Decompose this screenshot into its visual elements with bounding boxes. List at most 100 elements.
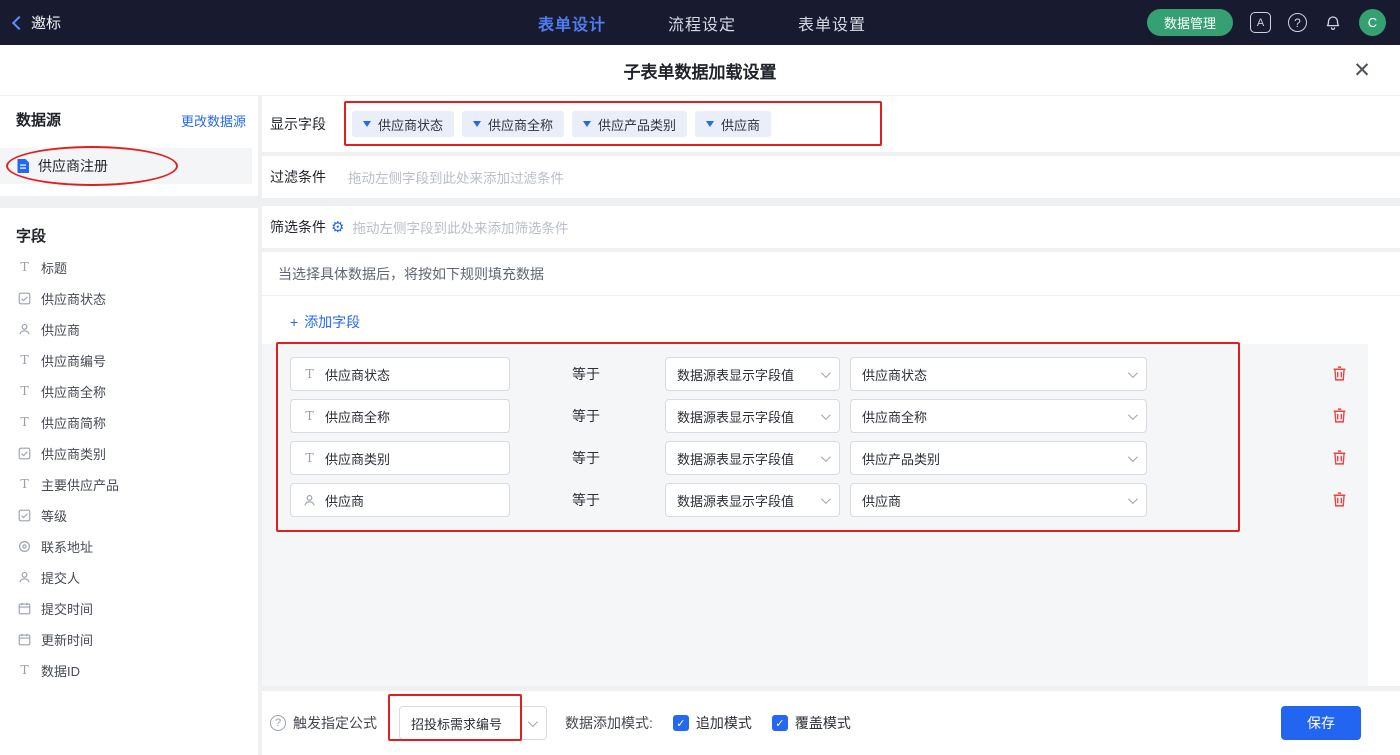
- rule-source-dropdown[interactable]: 数据源表显示字段值: [665, 441, 840, 475]
- tab-form-design[interactable]: 表单设计: [538, 11, 606, 35]
- tab-flow-settings[interactable]: 流程设定: [668, 11, 736, 35]
- app-root: 邀标 表单设计 流程设定 表单设置 数据管理 A ? C 子表单数据加载设置 ✕…: [0, 0, 1400, 755]
- rule-field-label: 供应商类别: [325, 451, 391, 467]
- sift-placeholder: 拖动左侧字段到此处来添加筛选条件: [352, 221, 569, 236]
- field-item-submitter[interactable]: 提交人: [0, 562, 258, 593]
- change-datasource-link[interactable]: 更改数据源: [181, 111, 246, 130]
- trigger-formula-dropdown[interactable]: 招投标需求编号: [399, 706, 547, 740]
- person-icon: [17, 571, 32, 584]
- field-item-submit-time[interactable]: 提交时间: [0, 593, 258, 624]
- filter-dropzone[interactable]: 过滤条件 拖动左侧字段到此处来添加过滤条件: [262, 156, 1400, 198]
- avatar[interactable]: C: [1359, 9, 1386, 36]
- rule-field-box[interactable]: T 供应商状态: [290, 357, 510, 391]
- rule-value-dropdown[interactable]: 供应商: [850, 483, 1147, 517]
- overwrite-mode-checkbox[interactable]: 覆盖模式: [771, 713, 851, 733]
- rule-source-dropdown[interactable]: 数据源表显示字段值: [665, 357, 840, 391]
- delete-icon[interactable]: [1331, 449, 1349, 467]
- gear-icon[interactable]: ⚙: [331, 220, 344, 235]
- field-item-update-time[interactable]: 更新时间: [0, 624, 258, 655]
- rule-row: 供应商 等于 数据源表显示字段值 供应商: [262, 483, 1368, 517]
- display-fields-label: 显示字段: [270, 116, 326, 132]
- text-icon: T: [20, 476, 29, 492]
- plus-icon: +: [290, 314, 299, 330]
- rules-list: T 供应商状态 等于 数据源表显示字段值 供应商状态 T 供应商全称 等于 数据…: [262, 344, 1368, 686]
- delete-icon[interactable]: [1331, 407, 1349, 425]
- data-manage-button[interactable]: 数据管理: [1146, 9, 1233, 36]
- field-item-contact-address[interactable]: 联系地址: [0, 531, 258, 562]
- display-field-tag[interactable]: 供应商状态: [352, 111, 455, 137]
- delete-icon[interactable]: [1331, 365, 1349, 383]
- text-icon: T: [20, 383, 29, 399]
- equals-label: 等于: [572, 492, 600, 508]
- checkbox-label: 覆盖模式: [794, 715, 851, 731]
- datasource-name: 供应商注册: [38, 158, 108, 174]
- field-item-grade[interactable]: 等级: [0, 500, 258, 531]
- rule-field-box[interactable]: T 供应商类别: [290, 441, 510, 475]
- delete-icon[interactable]: [1331, 491, 1349, 509]
- chevron-down-icon: [527, 716, 538, 727]
- dropdown-value: 供应商全称: [862, 409, 928, 425]
- field-item-supplier-shortname[interactable]: T 供应商简称: [0, 407, 258, 438]
- field-item-supplier-status[interactable]: 供应商状态: [0, 283, 258, 314]
- field-item-data-id[interactable]: T 数据ID: [0, 655, 258, 686]
- select-icon: [17, 509, 32, 522]
- triangle-down-icon: [583, 121, 592, 127]
- sift-dropzone[interactable]: 筛选条件 ⚙ 拖动左侧字段到此处来添加筛选条件: [262, 206, 1400, 248]
- field-label: 等级: [41, 509, 68, 524]
- add-field-button[interactable]: + 添加字段: [290, 312, 360, 332]
- date-icon: [17, 633, 32, 646]
- back-button[interactable]: 邀标: [11, 0, 61, 45]
- display-field-tag[interactable]: 供应商: [695, 111, 772, 137]
- equals-label: 等于: [572, 366, 600, 382]
- field-item-main-products[interactable]: T 主要供应产品: [0, 469, 258, 500]
- filter-label: 过滤条件: [270, 169, 326, 185]
- append-mode-checkbox[interactable]: 追加模式: [672, 713, 752, 733]
- triangle-down-icon: [363, 121, 371, 127]
- field-item-supplier-category[interactable]: 供应商类别: [0, 438, 258, 469]
- rule-field-box[interactable]: T 供应商全称: [290, 399, 510, 433]
- rule-source-dropdown[interactable]: 数据源表显示字段值: [665, 399, 840, 433]
- display-field-tag[interactable]: 供应商全称: [462, 111, 565, 137]
- rule-field-label: 供应商状态: [325, 367, 391, 383]
- rule-field-label: 供应商: [325, 493, 365, 509]
- fields-header: 字段: [16, 228, 47, 245]
- display-field-tag[interactable]: 供应产品类别: [572, 111, 688, 137]
- field-item-title[interactable]: T 标题: [0, 252, 258, 283]
- select-icon: [17, 292, 32, 305]
- datasource-item[interactable]: 供应商注册: [0, 148, 252, 184]
- field-label: 提交时间: [41, 602, 94, 617]
- chevron-down-icon: [820, 493, 831, 504]
- footer-bar: ? 触发指定公式 招投标需求编号 数据添加模式: 追加模式 覆盖模式 保存: [262, 690, 1400, 755]
- field-item-supplier-no[interactable]: T 供应商编号: [0, 345, 258, 376]
- checkbox-label: 追加模式: [695, 715, 752, 731]
- display-fields-row: 显示字段 供应商状态 供应商全称 供应产品类别 供应商: [262, 96, 1400, 152]
- dropdown-value: 供应商状态: [862, 367, 928, 383]
- rule-value-dropdown[interactable]: 供应商状态: [850, 357, 1147, 391]
- rule-row: T 供应商状态 等于 数据源表显示字段值 供应商状态: [262, 357, 1368, 391]
- field-item-supplier[interactable]: 供应商: [0, 314, 258, 345]
- tag-label: 供应商全称: [488, 117, 554, 133]
- save-button[interactable]: 保存: [1281, 706, 1361, 740]
- dropdown-value: 供应商: [862, 493, 902, 509]
- chevron-down-icon: [820, 451, 831, 462]
- document-icon: [16, 158, 30, 174]
- question-icon[interactable]: ?: [270, 715, 286, 731]
- rule-value-dropdown[interactable]: 供应商全称: [850, 399, 1147, 433]
- tag-label: 供应商: [721, 117, 761, 133]
- chevron-down-icon: [1127, 367, 1138, 378]
- rule-value-dropdown[interactable]: 供应产品类别: [850, 441, 1147, 475]
- tab-form-settings[interactable]: 表单设置: [798, 11, 866, 35]
- help-icon[interactable]: ?: [1288, 13, 1307, 32]
- translate-icon[interactable]: A: [1250, 12, 1271, 33]
- rule-field-box[interactable]: 供应商: [290, 483, 510, 517]
- field-label: 供应商全称: [41, 385, 107, 400]
- bell-icon[interactable]: [1324, 14, 1342, 32]
- tag-label: 供应商状态: [378, 117, 444, 133]
- field-item-supplier-fullname[interactable]: T 供应商全称: [0, 376, 258, 407]
- fields-panel: 字段 T 标题 供应商状态 供应商 T 供应商编号 T 供应商全称 T 供应商简…: [0, 208, 258, 755]
- close-icon[interactable]: ✕: [1350, 58, 1374, 82]
- rule-source-dropdown[interactable]: 数据源表显示字段值: [665, 483, 840, 517]
- topbar-actions: 数据管理 A ? C: [1146, 0, 1386, 45]
- person-icon: [302, 494, 317, 507]
- rule-row: T 供应商类别 等于 数据源表显示字段值 供应产品类别: [262, 441, 1368, 475]
